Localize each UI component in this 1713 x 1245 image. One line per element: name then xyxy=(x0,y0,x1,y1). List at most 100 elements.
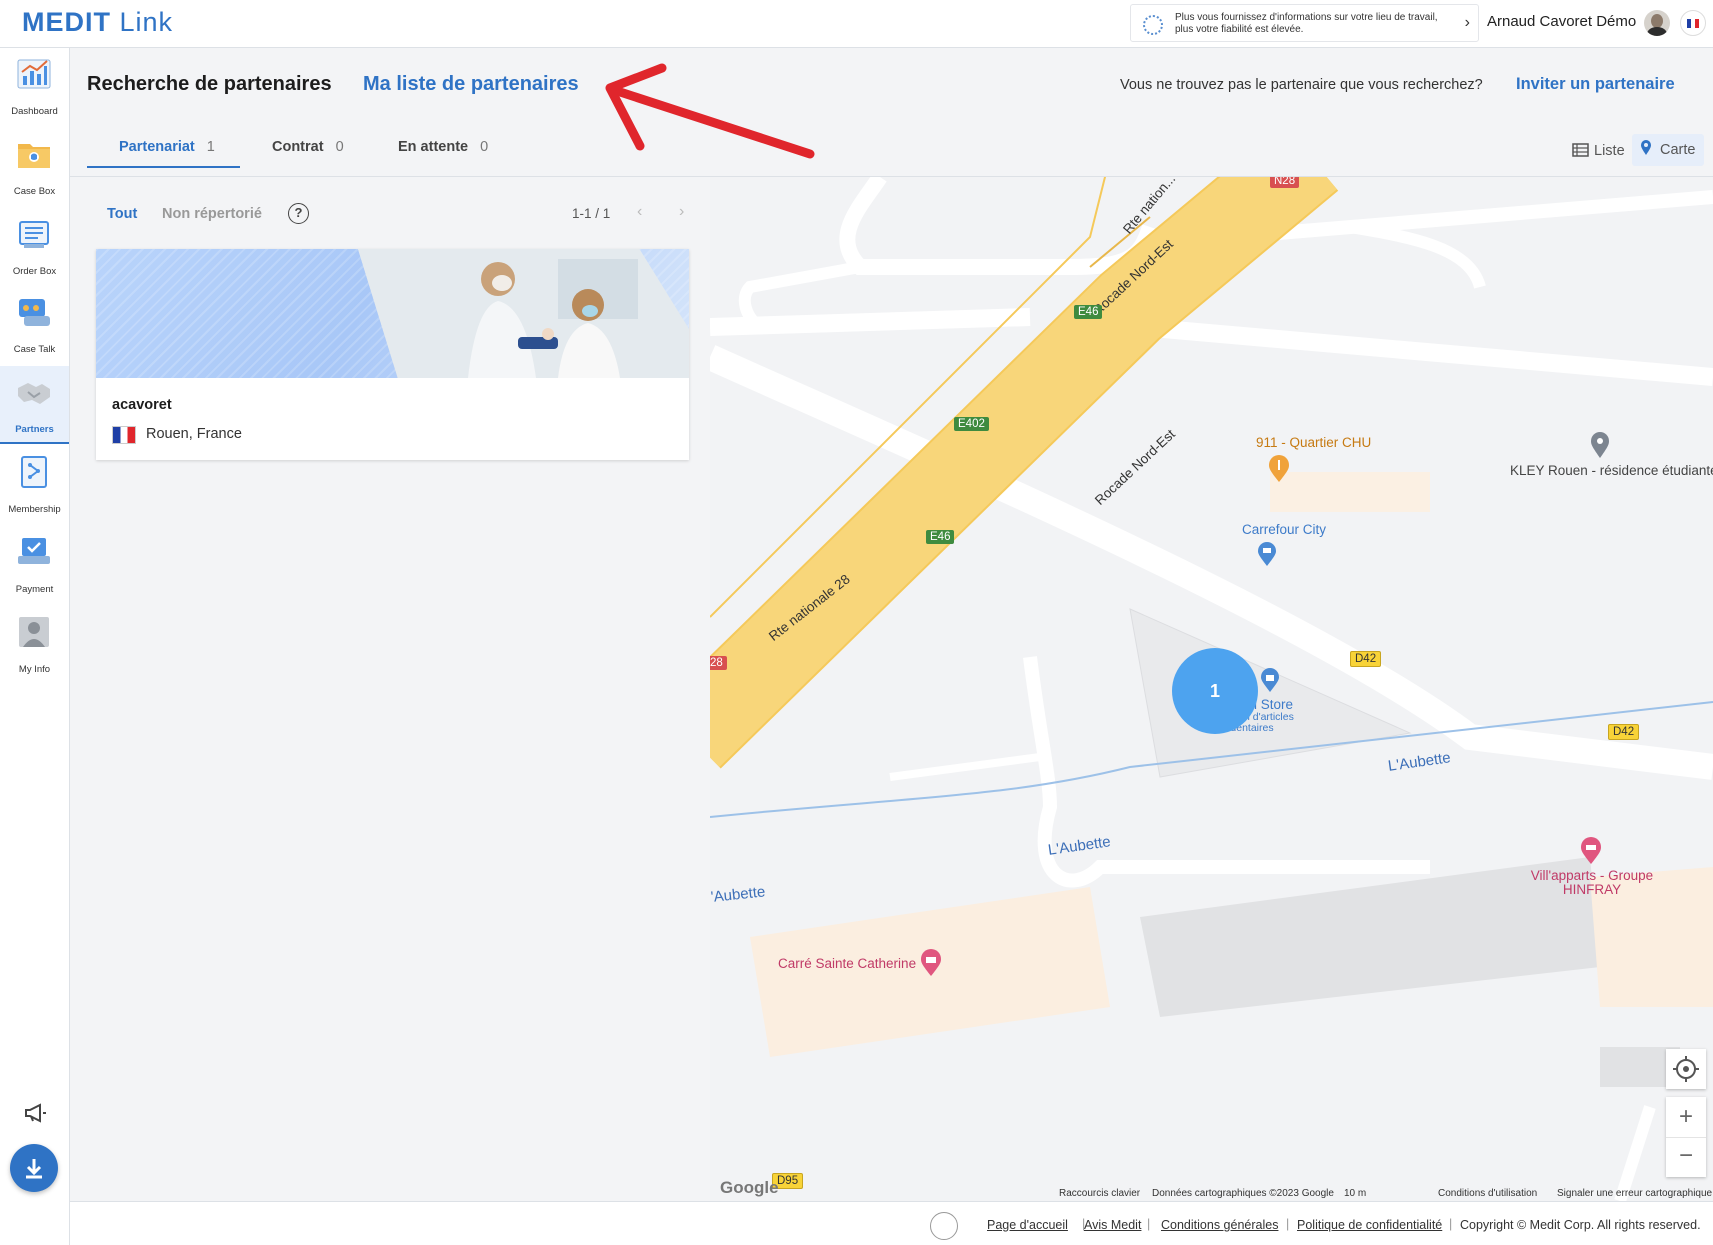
next-page-button[interactable]: › xyxy=(679,203,684,221)
sidebar-item-partners[interactable]: Partners xyxy=(0,366,69,444)
road-shield: D42 xyxy=(1350,651,1382,667)
download-icon xyxy=(26,1159,42,1179)
zoom-controls: + − xyxy=(1666,1097,1706,1177)
partner-location: Rouen, France xyxy=(146,426,242,442)
road-shield: E402 xyxy=(954,417,989,431)
footer-separator: | xyxy=(1286,1217,1290,1231)
map-poi-label[interactable]: Carrefour City xyxy=(1242,522,1326,537)
info-progress-icon xyxy=(1143,15,1163,35)
footer-link-terms[interactable]: Conditions générales xyxy=(1161,1218,1278,1232)
tab-label: En attente xyxy=(398,139,469,155)
partner-banner-photo xyxy=(358,249,689,378)
tab-label: Partenariat xyxy=(119,139,195,155)
membership-icon xyxy=(21,456,47,488)
sidebar-item-membership[interactable]: Membership xyxy=(0,446,69,524)
report-error-link[interactable]: Signaler une erreur cartographique xyxy=(1557,1188,1712,1199)
sidebar: Dashboard Case Box Order Box Case Talk P… xyxy=(0,48,70,1245)
invite-partner-link[interactable]: Inviter un partenaire xyxy=(1516,75,1675,94)
france-flag-icon xyxy=(112,426,136,444)
sidebar-item-label: Order Box xyxy=(12,266,57,277)
shopping-cart-pin-icon[interactable] xyxy=(1257,541,1277,567)
chart-icon xyxy=(17,59,51,89)
partner-card[interactable]: acavoret Rouen, France xyxy=(96,249,689,460)
sidebar-item-label: Dashboard xyxy=(11,106,58,117)
tab-count: 0 xyxy=(335,139,344,155)
top-bar: MEDIT Link Plus vous fournissez d'inform… xyxy=(0,0,1713,48)
footer: Page d'accueil | Avis Medit | Conditions… xyxy=(70,1201,1713,1245)
map-poi-label[interactable]: Vill'apparts - Groupe HINFRAY xyxy=(1517,869,1667,897)
location-pin-icon[interactable] xyxy=(1590,431,1610,459)
sidebar-item-payment[interactable]: Payment xyxy=(0,526,69,604)
avatar[interactable] xyxy=(1644,10,1670,36)
list-view-label: Liste xyxy=(1594,143,1625,159)
map-cluster-marker[interactable]: 1 xyxy=(1172,648,1258,734)
footer-link-notice[interactable]: Avis Medit xyxy=(1084,1218,1141,1232)
store-pin-icon[interactable] xyxy=(1260,667,1280,693)
map-view-label: Carte xyxy=(1660,142,1696,158)
zoom-in-button[interactable]: + xyxy=(1666,1097,1706,1137)
tab-count: 1 xyxy=(206,139,215,155)
footer-link-privacy[interactable]: Politique de confidentialité xyxy=(1297,1218,1442,1232)
help-icon[interactable]: ? xyxy=(288,203,309,224)
folder-icon xyxy=(18,144,50,168)
my-partner-list-link[interactable]: Ma liste de partenaires xyxy=(363,73,579,96)
partner-name: acavoret xyxy=(112,397,172,413)
handshake-icon xyxy=(18,383,50,404)
megaphone-icon[interactable] xyxy=(22,1100,48,1126)
road-shield: E46 xyxy=(1074,305,1103,319)
map-poi-label[interactable]: Carré Sainte Catherine xyxy=(778,956,916,971)
notice-text: Plus vous fournissez d'informations sur … xyxy=(1175,12,1438,35)
logo-text: MEDIT xyxy=(22,7,111,37)
hotel-pin-icon[interactable] xyxy=(1580,837,1602,865)
road-shield: E46 xyxy=(926,530,955,544)
sidebar-item-my-info[interactable]: My Info xyxy=(0,606,69,684)
map-view[interactable]: Rocade Nord-Est Rocade Nord-Est Rte nati… xyxy=(710,177,1713,1201)
certification-seal-icon xyxy=(930,1212,958,1240)
map-poi-label[interactable]: 911 - Quartier CHU xyxy=(1256,435,1371,450)
map-attribution: Raccourcis clavier Données cartographiqu… xyxy=(710,1186,1713,1201)
filter-unlisted[interactable]: Non répertorié xyxy=(162,206,262,222)
map-poi-label[interactable]: KLEY Rouen - résidence étudiante xyxy=(1510,463,1713,478)
download-button[interactable] xyxy=(10,1144,58,1192)
pagination-range: 1-1 / 1 xyxy=(572,206,611,221)
chevron-right-icon: › xyxy=(1464,14,1470,31)
annotation-arrow-icon xyxy=(605,63,815,159)
sidebar-item-label: My Info xyxy=(18,664,51,675)
road-shield: D42 xyxy=(1608,724,1640,740)
sidebar-item-label: Partners xyxy=(15,424,54,435)
page-title: Recherche de partenaires xyxy=(87,73,332,95)
sidebar-item-dashboard[interactable]: Dashboard xyxy=(0,48,69,126)
sidebar-item-case-talk[interactable]: Case Talk xyxy=(0,286,69,364)
user-name[interactable]: Arnaud Cavoret Démo xyxy=(1487,13,1636,30)
restaurant-pin-icon[interactable] xyxy=(1268,455,1290,483)
tab-en-attente[interactable]: En attente 0 xyxy=(398,139,488,169)
order-icon xyxy=(19,221,49,248)
shopping-bag-pin-icon[interactable] xyxy=(920,949,942,977)
not-found-text: Vous ne trouvez pas le partenaire que vo… xyxy=(1120,77,1483,93)
tab-partenariat[interactable]: Partenariat 1 xyxy=(119,139,215,169)
filter-all[interactable]: Tout xyxy=(107,206,137,222)
map-view-button[interactable]: Carte xyxy=(1632,134,1704,166)
tab-contrat[interactable]: Contrat 0 xyxy=(272,139,344,169)
footer-link-home[interactable]: Page d'accueil xyxy=(987,1218,1068,1232)
app-logo[interactable]: MEDIT Link xyxy=(22,7,173,38)
sidebar-item-label: Case Box xyxy=(13,186,56,197)
workplace-notice[interactable]: Plus vous fournissez d'informations sur … xyxy=(1130,4,1479,42)
locate-me-button[interactable] xyxy=(1666,1049,1706,1089)
keyboard-shortcuts-link[interactable]: Raccourcis clavier xyxy=(1059,1188,1140,1199)
list-view-button[interactable]: Liste xyxy=(1566,136,1631,166)
active-tab-indicator xyxy=(87,166,240,168)
crosshair-icon xyxy=(1673,1056,1699,1082)
language-flag-icon[interactable] xyxy=(1680,10,1706,36)
sidebar-item-order-box[interactable]: Order Box xyxy=(0,208,69,286)
map-scale[interactable]: 10 m xyxy=(1344,1188,1366,1199)
prev-page-button[interactable]: ‹ xyxy=(637,203,642,221)
sidebar-item-case-box[interactable]: Case Box xyxy=(0,128,69,206)
sidebar-item-label: Payment xyxy=(15,584,54,595)
copyright-text: Copyright © Medit Corp. All rights reser… xyxy=(1460,1218,1701,1232)
map-pin-icon xyxy=(1641,140,1651,155)
zoom-out-button[interactable]: − xyxy=(1666,1137,1706,1177)
sidebar-item-label: Membership xyxy=(8,504,61,515)
road-shield: N28 xyxy=(1270,177,1300,188)
terms-link[interactable]: Conditions d'utilisation xyxy=(1438,1188,1537,1199)
